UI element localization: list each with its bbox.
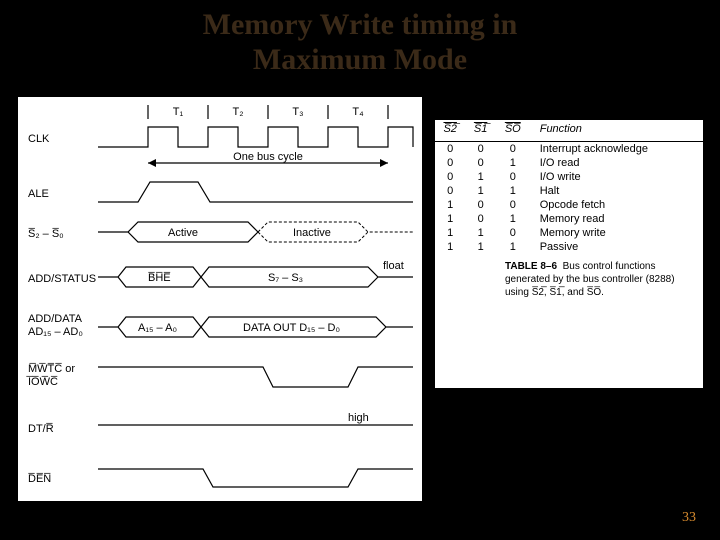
sig-dtr-label: DT/R̅ (28, 423, 54, 435)
svg-text:A₁₅ – A₀: A₁₅ – A₀ (138, 322, 177, 334)
status-decode-table: S̅2̅ S̅1̅ S̅O̅ Function 000Interrupt ack… (435, 120, 703, 254)
table-row: 001I/O read (435, 156, 703, 170)
sig-ale-wave (98, 182, 413, 202)
table-row: 010I/O write (435, 170, 703, 184)
svg-text:Active: Active (168, 227, 198, 239)
t4-label: T₄ (352, 106, 364, 118)
th-s1: S̅1̅ (465, 120, 495, 142)
sig-den-wave (98, 469, 413, 487)
bus-cycle-span: One bus cycle (148, 151, 388, 167)
sig-clk-label: CLK (28, 133, 50, 145)
title-line2: Maximum Mode (253, 43, 467, 76)
svg-text:Inactive: Inactive (293, 227, 331, 239)
svg-text:DATA OUT D₁₅ – D₀: DATA OUT D₁₅ – D₀ (243, 322, 340, 334)
sig-adddata-label-2: AD₁₅ – AD₀ (28, 326, 83, 338)
sig-mwtc-label-1: M̅W̅T̅C̅ or (28, 363, 75, 375)
t2-label: T₂ (233, 106, 244, 118)
table-caption: TABLE 8–6 Bus control functions generate… (435, 254, 703, 305)
status-decode-table-panel: S̅2̅ S̅1̅ S̅O̅ Function 000Interrupt ack… (434, 119, 704, 389)
slide-content: .lbl{font-size:11px; fill:#000;} .tick{f… (18, 97, 702, 501)
svg-text:B̅H̅E̅: B̅H̅E̅ (147, 272, 171, 284)
table-row: 101Memory read (435, 212, 703, 226)
sig-ale-label: ALE (28, 188, 49, 200)
sig-adddata-wave: A₁₅ – A₀ DATA OUT D₁₅ – D₀ (98, 317, 413, 337)
sig-s2s0-wave: Active Inactive (98, 222, 413, 242)
table-row: 000Interrupt acknowledge (435, 142, 703, 157)
t1-label: T₁ (173, 106, 184, 118)
sig-mwtc-wave (98, 367, 413, 387)
svg-text:One bus cycle: One bus cycle (233, 151, 303, 163)
t3-label: T₃ (292, 106, 303, 118)
th-fn: Function (530, 120, 703, 142)
t-state-header: T₁ T₂ T₃ T₄ (148, 105, 388, 119)
sig-den-label: D̅E̅N̅ (27, 473, 51, 485)
table-row: 111Passive (435, 240, 703, 254)
slide-title: Memory Write timing in Maximum Mode (0, 0, 720, 77)
svg-text:float: float (383, 260, 404, 272)
timing-diagram: .lbl{font-size:11px; fill:#000;} .tick{f… (18, 97, 422, 501)
table-row: 011Halt (435, 184, 703, 198)
title-line1: Memory Write timing in (203, 8, 518, 41)
th-s0: S̅O̅ (496, 120, 530, 142)
table-row: 100Opcode fetch (435, 198, 703, 212)
sig-addstatus-label: ADD/STATUS (28, 273, 96, 285)
page-number: 33 (682, 510, 696, 526)
svg-text:high: high (348, 412, 369, 424)
table-row: 110Memory write (435, 226, 703, 240)
sig-adddata-label-1: ADD/DATA (28, 313, 83, 325)
sig-addstatus-wave: B̅H̅E̅ S₇ – S₃ float (98, 260, 413, 287)
th-s2: S̅2̅ (435, 120, 465, 142)
sig-s2s0-label: S̅₂ – S̅₀ (28, 228, 64, 240)
sig-mwtc-label-2: I̅O̅W̅C̅ (26, 376, 59, 388)
sig-clk-wave (98, 127, 413, 147)
svg-text:S₇ – S₃: S₇ – S₃ (268, 272, 303, 284)
